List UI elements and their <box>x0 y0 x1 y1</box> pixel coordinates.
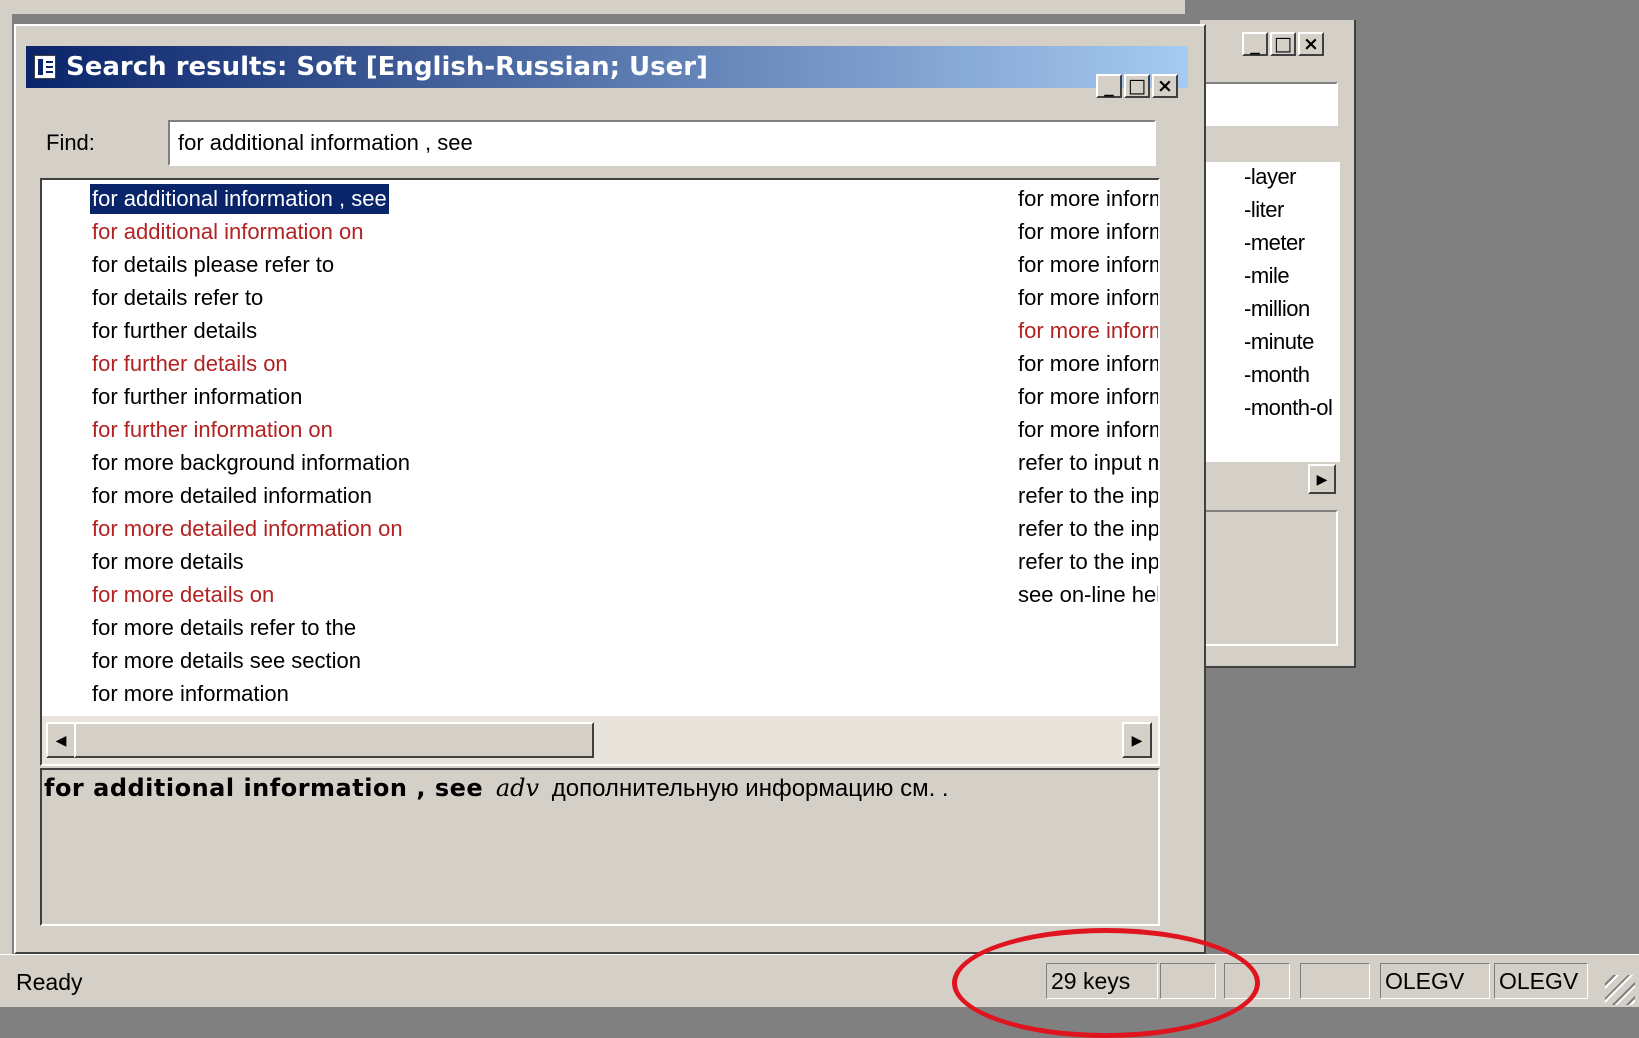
find-input[interactable] <box>168 120 1156 166</box>
dialog-titlebar[interactable]: Search results: Soft [English-Russian; U… <box>26 46 1188 88</box>
result-item[interactable]: for more detailed information on <box>92 514 403 544</box>
minimize-icon[interactable]: _ <box>1096 74 1122 98</box>
result-item[interactable]: for more details <box>92 547 244 577</box>
detail-part-of-speech: adv <box>495 774 540 802</box>
scroll-right-icon[interactable]: ▶ <box>1122 722 1152 758</box>
background-word-list[interactable]: -layer -liter -meter -mile -million -minute -m… <box>1204 162 1340 462</box>
background-detail-pane <box>1204 510 1338 646</box>
result-item-second-column[interactable]: for more inform <box>1018 250 1158 280</box>
result-item[interactable]: for further information on <box>92 415 333 445</box>
highlight-ellipse <box>952 928 1260 1038</box>
top-window-frame <box>0 0 1185 15</box>
scroll-right-icon[interactable]: ▶ <box>1308 464 1336 494</box>
result-item[interactable]: for more details see section <box>92 646 361 676</box>
result-item[interactable]: for additional information on <box>92 217 364 247</box>
background-window-controls: _ □ × <box>1242 32 1324 56</box>
result-item-second-column[interactable]: refer to the inp <box>1018 481 1158 511</box>
result-item[interactable]: for more information <box>92 679 289 709</box>
status-user-2: OLEGV <box>1494 963 1588 999</box>
result-item-second-column[interactable]: for more inform <box>1018 316 1158 346</box>
close-icon[interactable]: × <box>1298 32 1324 56</box>
maximize-icon[interactable]: □ <box>1124 74 1150 98</box>
entry-detail-pane: for additional information , see adv доп… <box>40 768 1160 926</box>
detail-translation: дополнительную информацию см. . <box>551 775 949 802</box>
result-item-second-column[interactable]: for more inform <box>1018 217 1158 247</box>
close-icon[interactable]: × <box>1152 74 1178 98</box>
dialog-title: Search results: Soft [English-Russian; U… <box>66 52 708 82</box>
background-list-item[interactable]: -month <box>1244 362 1310 388</box>
result-item-selected[interactable]: for additional information , see <box>89 183 390 215</box>
scrollbar-thumb[interactable] <box>74 722 594 758</box>
result-item-second-column[interactable]: refer to the inp <box>1018 547 1158 577</box>
dialog-window-controls: _ □ × <box>1096 74 1178 98</box>
scroll-left-icon[interactable]: ◀ <box>46 722 76 758</box>
results-list[interactable]: for additional information , see for addi… <box>40 178 1160 766</box>
maximize-icon[interactable]: □ <box>1270 32 1296 56</box>
result-item[interactable]: for details please refer to <box>92 250 334 280</box>
result-item[interactable]: for further information <box>92 382 302 412</box>
background-list-item[interactable]: -month-ol <box>1244 395 1333 421</box>
result-item[interactable]: for more background information <box>92 448 410 478</box>
result-item-second-column[interactable]: for more inform <box>1018 184 1158 214</box>
status-pane-empty <box>1300 963 1370 999</box>
detail-headword: for additional information , see <box>44 774 484 802</box>
result-item-second-column[interactable]: for more inform <box>1018 349 1158 379</box>
result-item-second-column[interactable]: refer to input m <box>1018 448 1158 478</box>
status-user-1: OLEGV <box>1380 963 1490 999</box>
result-item-second-column[interactable]: for more inform <box>1018 382 1158 412</box>
resize-grip-icon[interactable] <box>1605 975 1635 1005</box>
find-label: Find: <box>46 130 95 155</box>
result-item[interactable]: for more details refer to the <box>92 613 356 643</box>
result-item[interactable]: for details refer to <box>92 283 263 313</box>
result-item[interactable]: for further details <box>92 316 257 346</box>
background-search-field[interactable] <box>1204 82 1338 126</box>
result-item[interactable]: for further details on <box>92 349 288 379</box>
search-results-dialog: Search results: Soft [English-Russian; U… <box>14 24 1206 954</box>
left-window-frame <box>0 14 12 954</box>
result-item-second-column[interactable]: for more inform <box>1018 415 1158 445</box>
dictionary-app-icon <box>34 55 56 79</box>
result-item-second-column[interactable]: for more inform <box>1018 283 1158 313</box>
background-list-item[interactable]: -layer <box>1244 164 1297 190</box>
background-window[interactable]: _ □ × -layer -liter -meter -mile -million -mi… <box>1200 20 1356 668</box>
status-text: Ready <box>16 969 83 995</box>
status-bar: Ready 29 keys OLEGV OLEGV <box>0 954 1639 1007</box>
result-item-second-column[interactable]: refer to the inp <box>1018 514 1158 544</box>
horizontal-scrollbar[interactable]: ◀ ▶ <box>42 716 1158 764</box>
result-item[interactable]: for more details on <box>92 580 274 610</box>
background-list-item[interactable]: -meter <box>1244 230 1305 256</box>
background-list-item[interactable]: -mile <box>1244 263 1290 289</box>
background-list-item[interactable]: -million <box>1244 296 1310 322</box>
result-item-second-column[interactable]: see on-line hel <box>1018 580 1158 610</box>
background-list-item[interactable]: -liter <box>1244 197 1284 223</box>
minimize-icon[interactable]: _ <box>1242 32 1268 56</box>
result-item[interactable]: for more detailed information <box>92 481 372 511</box>
background-list-item[interactable]: -minute <box>1244 329 1314 355</box>
